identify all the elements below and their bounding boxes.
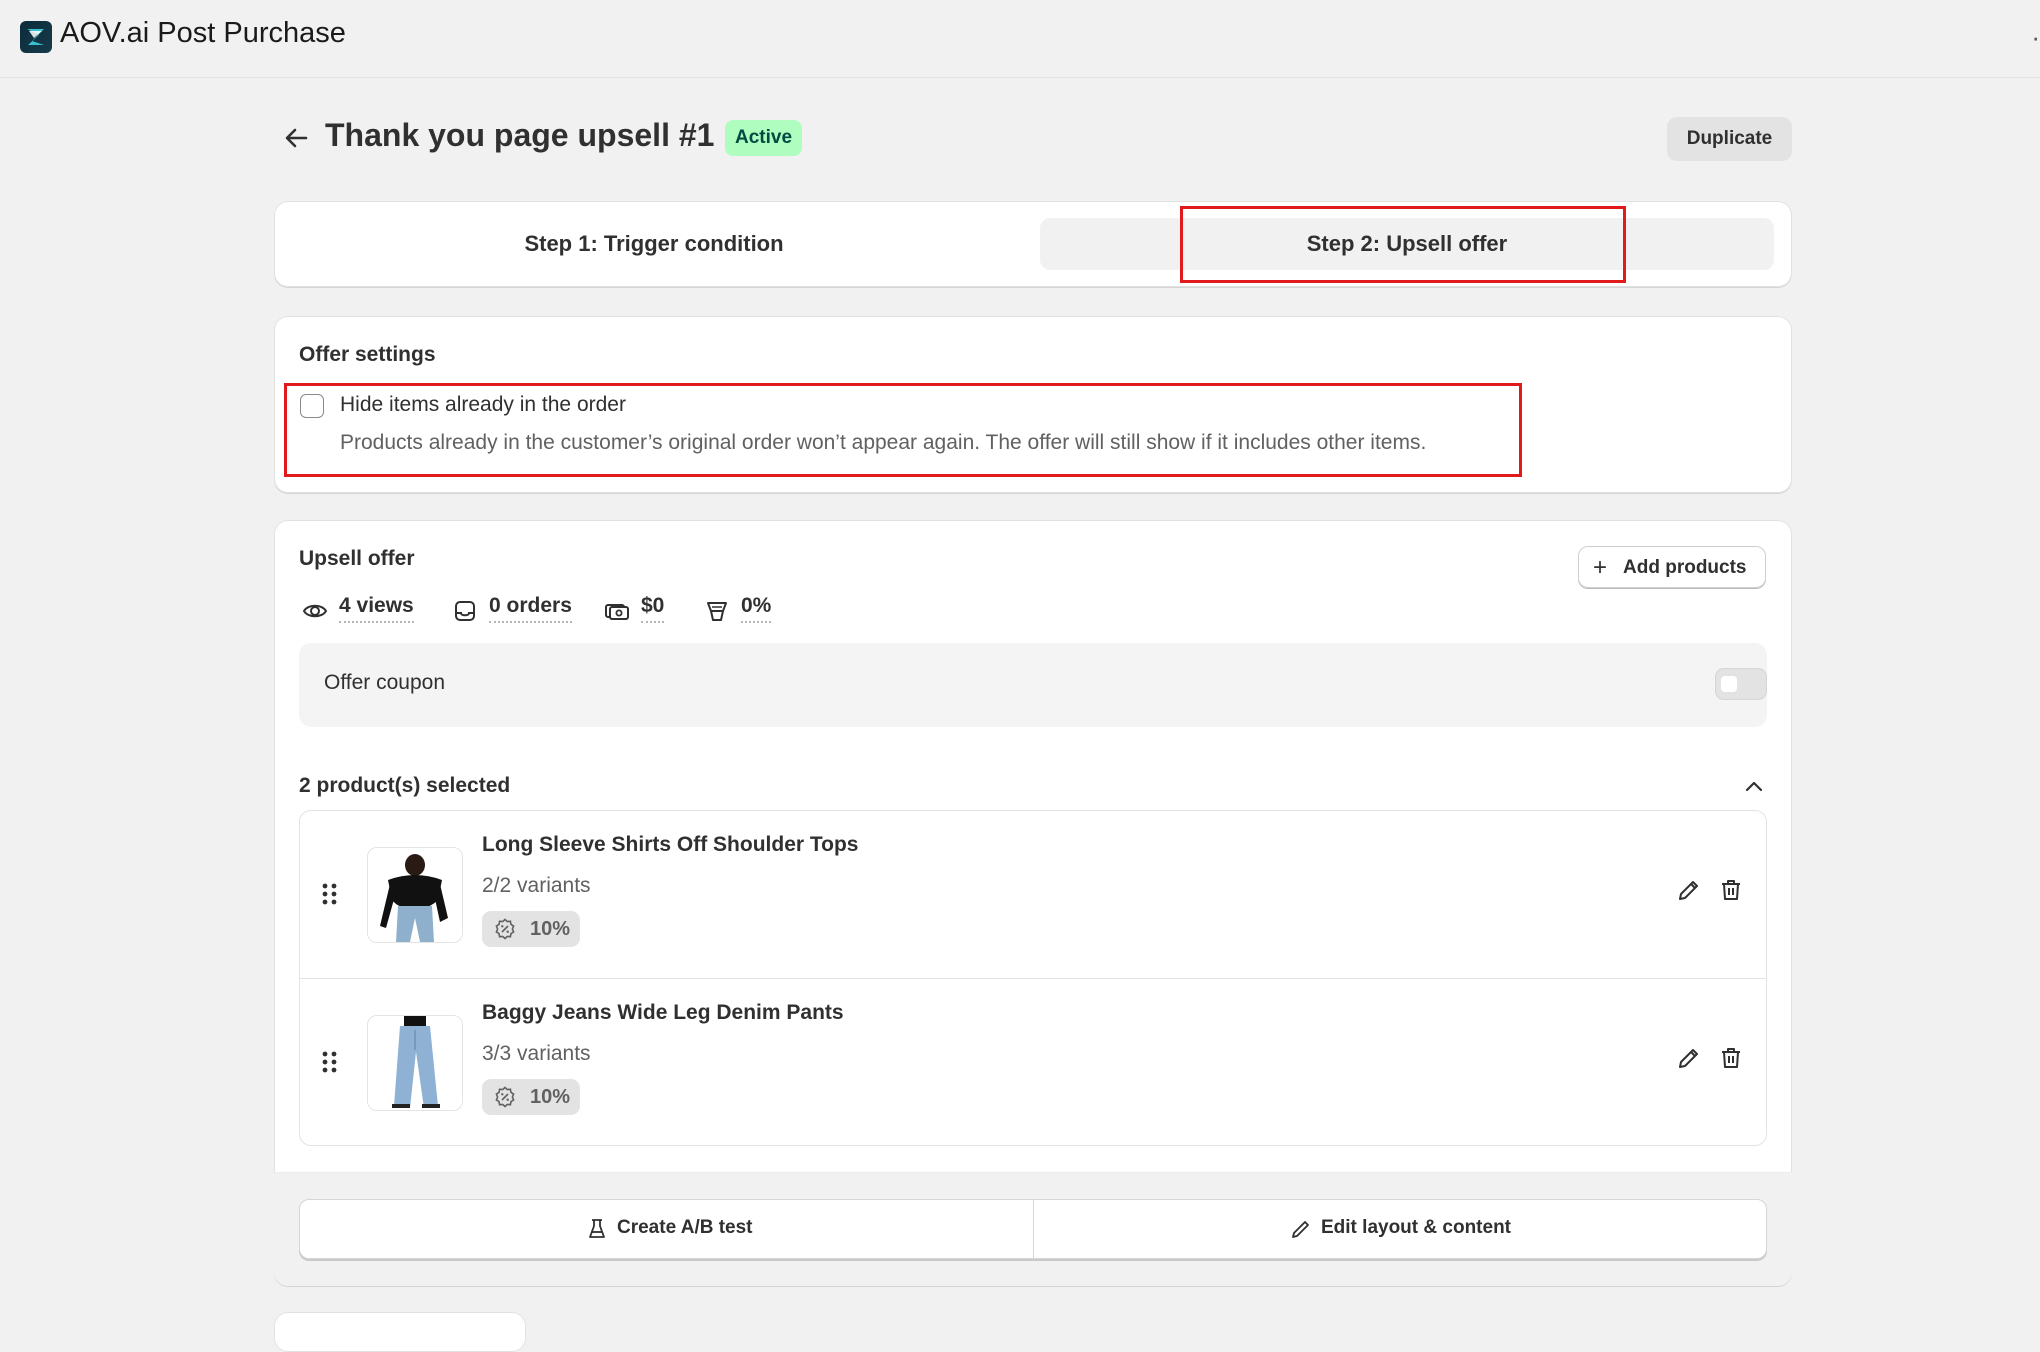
orders-value: 0 orders [489, 594, 572, 623]
hide-items-checkbox[interactable] [300, 394, 324, 418]
more-actions-icon[interactable]: · [2031, 22, 2040, 53]
product-thumbnail [367, 847, 463, 943]
product-thumbnail [367, 1015, 463, 1111]
plus-icon: + [1593, 554, 1608, 581]
list-item: Baggy Jeans Wide Leg Denim Pants 3/3 var… [300, 978, 1766, 1146]
product-list: Long Sleeve Shirts Off Shoulder Tops 2/2… [299, 810, 1767, 1146]
product-name[interactable]: Baggy Jeans Wide Leg Denim Pants [482, 1001, 844, 1025]
back-arrow-icon[interactable] [280, 118, 312, 158]
discount-icon [495, 918, 515, 940]
upsell-offer-card: Upsell offer + Add products 4 views 0 or… [274, 520, 1792, 1286]
add-products-button[interactable]: + Add products [1578, 546, 1766, 588]
tab-trigger-condition[interactable]: Step 1: Trigger condition [292, 218, 1016, 270]
product-variants: 3/3 variants [482, 1042, 591, 1065]
app-name: AOV.ai Post Purchase [60, 17, 346, 49]
discount-badge: 10% [482, 911, 580, 947]
page-title: Thank you page upsell #1 [325, 117, 715, 153]
discount-value: 10% [530, 918, 571, 940]
beaker-icon [589, 1219, 605, 1238]
product-variants: 2/2 variants [482, 874, 591, 897]
chevron-up-icon[interactable] [1740, 773, 1768, 801]
discount-icon [495, 1086, 515, 1108]
hide-items-label[interactable]: Hide items already in the order [340, 393, 626, 417]
drag-handle-icon[interactable] [320, 1049, 340, 1075]
status-badge: Active [725, 120, 803, 156]
list-item: Long Sleeve Shirts Off Shoulder Tops 2/2… [300, 811, 1766, 978]
delete-trash-icon[interactable] [1718, 1045, 1744, 1071]
stat-revenue[interactable]: $0 [604, 592, 684, 632]
edit-layout-button[interactable]: Edit layout & content [1034, 1200, 1766, 1258]
stat-views[interactable]: 4 views [302, 592, 414, 632]
product-name[interactable]: Long Sleeve Shirts Off Shoulder Tops [482, 833, 858, 857]
offer-coupon-row: Offer coupon [299, 643, 1767, 727]
create-ab-test-button[interactable]: Create A/B test [300, 1200, 1034, 1258]
drag-handle-icon[interactable] [320, 881, 340, 907]
offer-coupon-toggle[interactable] [1715, 668, 1767, 700]
selected-products-title: 2 product(s) selected [299, 774, 511, 797]
hide-items-help-text: Products already in the customer’s origi… [340, 431, 1427, 454]
duplicate-button[interactable]: Duplicate [1667, 117, 1792, 161]
steps-card: Step 1: Trigger condition Step 2: Upsell… [274, 201, 1792, 287]
create-ab-test-label: Create A/B test [617, 1217, 753, 1238]
views-value: 4 views [339, 594, 414, 623]
action-bar: Create A/B test Edit layout & content [299, 1199, 1767, 1259]
funnel-icon [707, 602, 727, 621]
stat-conversion[interactable]: 0% [704, 592, 784, 632]
delete-trash-icon[interactable] [1718, 877, 1744, 903]
upsell-actions-footer: Create A/B test Edit layout & content [274, 1172, 1792, 1286]
inbox-icon [455, 601, 475, 621]
offer-settings-title: Offer settings [299, 343, 436, 366]
discount-badge: 10% [482, 1079, 580, 1115]
page: AOV.ai Post Purchase · Thank you page up… [0, 0, 2040, 1352]
add-products-label: Add products [1623, 557, 1747, 578]
offer-settings-card: Offer settings Hide items already in the… [274, 316, 1792, 493]
discount-value: 10% [530, 1086, 571, 1108]
cash-icon [605, 604, 629, 620]
edit-pencil-icon[interactable] [1676, 877, 1702, 903]
conversion-value: 0% [741, 594, 772, 623]
revenue-value: $0 [641, 594, 665, 623]
stat-orders[interactable]: 0 orders [452, 592, 582, 632]
eye-icon [302, 604, 328, 618]
upsell-offer-title: Upsell offer [299, 547, 415, 570]
edit-layout-label: Edit layout & content [1321, 1217, 1511, 1238]
tab-upsell-offer[interactable]: Step 2: Upsell offer [1040, 218, 1774, 270]
app-header: AOV.ai Post Purchase · [0, 0, 2040, 78]
toggle-knob [1721, 676, 1737, 692]
edit-pencil-icon[interactable] [1676, 1045, 1702, 1071]
offer-coupon-label: Offer coupon [324, 671, 446, 694]
next-card-peek [274, 1312, 526, 1352]
edit-pencil-icon [1292, 1221, 1309, 1238]
app-logo-icon [20, 21, 52, 53]
